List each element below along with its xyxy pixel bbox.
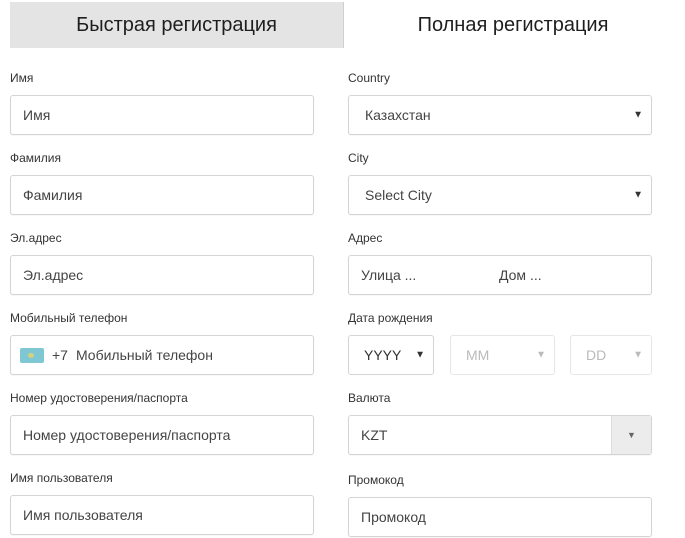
promo-input[interactable]: Промокод (348, 497, 652, 537)
tab-quick-registration[interactable]: Быстрая регистрация (10, 2, 344, 48)
first-name-placeholder: Имя (23, 107, 51, 123)
country-field: Country Казахстан ▼ (348, 70, 652, 135)
birth-day-select[interactable]: DD ▼ (570, 335, 652, 375)
caret-down-icon: ▼ (415, 349, 425, 361)
birthdate-label: Дата рождения (348, 311, 433, 325)
email-field: Эл.адрес Эл.адрес (10, 230, 314, 295)
promo-placeholder: Промокод (361, 509, 426, 525)
address-label: Адрес (348, 231, 383, 245)
birth-month-value: MM (466, 347, 490, 363)
promo-field: Промокод Промокод (348, 472, 652, 537)
house-input[interactable]: Дом ... (499, 267, 542, 283)
country-label: Country (348, 71, 391, 85)
currency-value: KZT (361, 427, 388, 443)
passport-label: Номер удостоверения/паспорта (10, 391, 188, 405)
birthdate-field: Дата рождения YYYY ▼ MM ▼ DD ▼ (348, 310, 652, 375)
promo-label: Промокод (348, 473, 404, 487)
last-name-field: Фамилия Фамилия (10, 150, 314, 215)
first-name-field: Имя Имя (10, 70, 314, 135)
first-name-input[interactable]: Имя (10, 95, 314, 135)
city-field: City Select City ▼ (348, 150, 652, 215)
last-name-input[interactable]: Фамилия (10, 175, 314, 215)
phone-input[interactable]: +7 Мобильный телефон (10, 335, 314, 375)
last-name-label: Фамилия (10, 151, 61, 165)
country-value: Казахстан (365, 107, 431, 123)
username-field: Имя пользователя Имя пользователя (10, 470, 314, 535)
passport-input[interactable]: Номер удостоверения/паспорта (10, 415, 314, 455)
phone-country-code: +7 (52, 347, 68, 363)
currency-select[interactable]: KZT ▼ (348, 415, 652, 455)
caret-down-icon: ▼ (633, 109, 643, 121)
currency-label: Валюта (348, 391, 391, 405)
birth-year-value: YYYY (364, 347, 402, 363)
city-select[interactable]: Select City ▼ (348, 175, 652, 215)
phone-placeholder: Мобильный телефон (75, 347, 213, 363)
email-label: Эл.адрес (10, 231, 62, 245)
city-label: City (348, 151, 369, 165)
birth-year-select[interactable]: YYYY ▼ (348, 335, 434, 375)
caret-down-icon: ▼ (536, 349, 546, 361)
registration-tabs: Быстрая регистрация Полная регистрация (10, 2, 682, 48)
caret-down-icon: ▼ (633, 349, 643, 361)
tab-full-registration[interactable]: Полная регистрация (344, 2, 682, 48)
street-input[interactable]: Улица ... (361, 267, 416, 283)
address-field: Адрес Улица ... Дом ... (348, 230, 652, 295)
currency-dropdown-button[interactable]: ▼ (611, 416, 651, 454)
city-value: Select City (365, 187, 432, 203)
phone-field: Мобильный телефон +7 Мобильный телефон (10, 310, 314, 375)
passport-field: Номер удостоверения/паспорта Номер удост… (10, 390, 314, 455)
birth-month-select[interactable]: MM ▼ (450, 335, 555, 375)
email-placeholder: Эл.адрес (23, 267, 84, 283)
caret-down-icon: ▼ (633, 189, 643, 201)
username-input[interactable]: Имя пользователя (10, 495, 314, 535)
last-name-placeholder: Фамилия (23, 187, 83, 203)
email-input[interactable]: Эл.адрес (10, 255, 314, 295)
currency-field: Валюта KZT ▼ (348, 390, 652, 455)
username-label: Имя пользователя (10, 471, 113, 485)
birth-day-value: DD (586, 347, 607, 363)
caret-down-icon: ▼ (627, 430, 636, 440)
birthdate-selects: YYYY ▼ MM ▼ DD ▼ (348, 335, 652, 375)
username-placeholder: Имя пользователя (23, 507, 143, 523)
first-name-label: Имя (10, 71, 34, 85)
country-select[interactable]: Казахстан ▼ (348, 95, 652, 135)
phone-label: Мобильный телефон (10, 311, 128, 325)
address-input-group: Улица ... Дом ... (348, 255, 652, 295)
kazakhstan-flag-icon[interactable] (20, 347, 44, 363)
passport-placeholder: Номер удостоверения/паспорта (23, 427, 231, 443)
